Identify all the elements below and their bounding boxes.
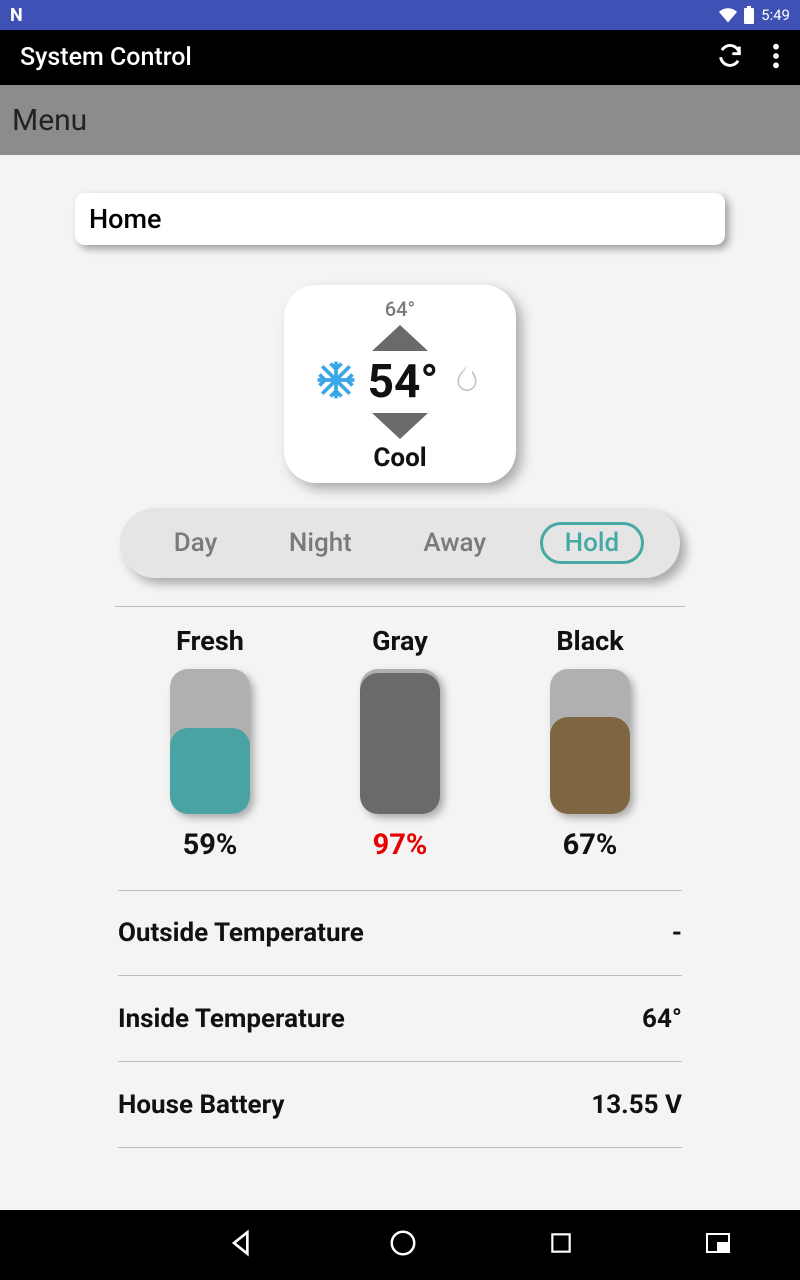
status-time: 5:49 <box>761 6 790 24</box>
stat-house-battery[interactable]: House Battery 13.55 V <box>118 1062 682 1148</box>
mode-night[interactable]: Night <box>271 522 370 564</box>
tank-percent: 59% <box>135 828 285 862</box>
tank-gauge[interactable] <box>170 669 250 814</box>
tank-gauge[interactable] <box>360 669 440 814</box>
mode-selector: Day Night Away Hold <box>120 508 680 578</box>
menu-bar[interactable]: Menu <box>0 85 800 155</box>
tank-label: Black <box>515 625 665 657</box>
mode-day[interactable]: Day <box>156 522 236 564</box>
temp-up-button[interactable] <box>372 325 428 351</box>
mode-away[interactable]: Away <box>405 522 504 564</box>
wifi-icon <box>719 6 737 24</box>
nav-back-button[interactable] <box>226 1227 258 1263</box>
location-label: Home <box>89 203 161 235</box>
stat-label: Outside Temperature <box>118 918 364 948</box>
stat-value: - <box>672 918 682 948</box>
tank-label: Fresh <box>135 625 285 657</box>
overflow-menu-button[interactable] <box>772 42 780 74</box>
tank-gray: Gray 97% <box>325 625 475 862</box>
tank-fresh: Fresh 59% <box>135 625 285 862</box>
stat-label: Inside Temperature <box>118 1004 345 1034</box>
flame-icon[interactable] <box>448 358 486 406</box>
location-selector[interactable]: Home <box>75 193 725 245</box>
thermostat-card: 64° 54° Cool <box>284 285 516 483</box>
app-bar: System Control <box>0 30 800 85</box>
tank-percent: 67% <box>515 828 665 862</box>
nav-pip-icon[interactable] <box>706 1233 730 1257</box>
thermostat-mode-label: Cool <box>302 443 498 473</box>
tank-label: Gray <box>325 625 475 657</box>
tanks-section: Fresh 59% Gray 97% Black 67% <box>0 607 800 890</box>
menu-label: Menu <box>12 103 87 138</box>
stat-value: 64° <box>642 1004 682 1034</box>
android-status-bar: N 5:49 <box>0 0 800 30</box>
tank-gauge[interactable] <box>550 669 630 814</box>
tank-percent: 97% <box>325 828 475 862</box>
snowflake-icon[interactable] <box>314 358 358 406</box>
stat-inside-temp[interactable]: Inside Temperature 64° <box>118 976 682 1062</box>
android-nav-bar <box>0 1210 800 1280</box>
thermostat-current-temp: 54° <box>368 355 439 409</box>
refresh-button[interactable] <box>716 42 744 74</box>
thermostat-target-temp: 64° <box>302 297 498 321</box>
stats-section: Outside Temperature - Inside Temperature… <box>0 890 800 1148</box>
nav-recent-button[interactable] <box>548 1230 574 1260</box>
stat-outside-temp[interactable]: Outside Temperature - <box>118 890 682 976</box>
status-n-icon: N <box>10 5 23 26</box>
nav-home-button[interactable] <box>388 1228 418 1262</box>
stat-value: 13.55 V <box>591 1090 682 1120</box>
app-title: System Control <box>20 43 192 72</box>
temp-down-button[interactable] <box>372 413 428 439</box>
mode-hold[interactable]: Hold <box>540 522 644 564</box>
tank-black: Black 67% <box>515 625 665 862</box>
battery-icon <box>743 6 755 24</box>
stat-label: House Battery <box>118 1090 284 1120</box>
